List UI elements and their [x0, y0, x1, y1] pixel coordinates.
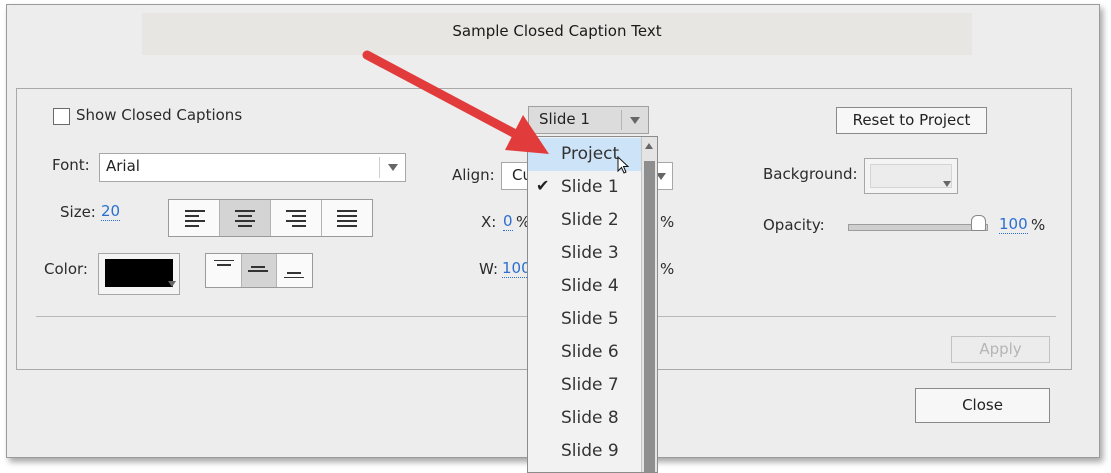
close-button[interactable]: Close — [915, 388, 1050, 423]
opacity-value[interactable]: 100 — [999, 216, 1028, 234]
chevron-down-icon — [168, 281, 176, 287]
valign-bottom-button[interactable] — [277, 254, 312, 287]
vertical-alignment-group — [205, 253, 313, 288]
dropdown-item-slide-7[interactable]: Slide 7 — [528, 369, 641, 402]
dropdown-item-slide-6[interactable]: Slide 6 — [528, 336, 641, 369]
dropdown-item-slide-2[interactable]: Slide 2 — [528, 204, 641, 237]
opacity-label: Opacity: — [763, 216, 825, 234]
align-right-button[interactable] — [271, 200, 322, 236]
horizontal-alignment-group — [168, 199, 373, 237]
scope-dropdown-list: Project ✔ Slide 1 Slide 2 Slide 3 Slide … — [527, 136, 658, 473]
x-value[interactable]: 0 — [503, 213, 513, 231]
background-label: Background: — [763, 165, 858, 183]
x-label: X: — [481, 213, 497, 231]
align-justify-button[interactable] — [322, 200, 372, 236]
chevron-down-icon — [630, 117, 640, 124]
dropdown-item-slide-4[interactable]: Slide 4 — [528, 270, 641, 303]
w-label: W: — [479, 260, 499, 278]
opacity-unit: % — [1031, 216, 1046, 234]
x-right-unit: % — [660, 213, 675, 231]
valign-top-button[interactable] — [206, 254, 242, 287]
dropdown-scrollbar[interactable] — [641, 137, 657, 472]
color-picker[interactable] — [98, 253, 180, 295]
dropdown-item-slide-5[interactable]: Slide 5 — [528, 303, 641, 336]
apply-button[interactable]: Apply — [951, 336, 1050, 363]
caption-preview-text: Sample Closed Caption Text — [452, 22, 662, 40]
align-center-button[interactable] — [220, 200, 271, 236]
show-closed-captions-checkbox[interactable] — [53, 108, 70, 125]
dropdown-scrollbar-thumb[interactable] — [644, 161, 655, 472]
background-color-picker[interactable] — [864, 158, 958, 194]
font-label: Font: — [52, 156, 90, 174]
dropdown-item-slide-9[interactable]: Slide 9 — [528, 435, 641, 468]
w-right-unit: % — [660, 260, 675, 278]
scope-select-divider — [621, 110, 622, 130]
opacity-slider-handle[interactable] — [971, 215, 986, 231]
cursor-icon — [617, 156, 630, 174]
dropdown-item-slide-3[interactable]: Slide 3 — [528, 237, 641, 270]
color-swatch — [105, 259, 173, 287]
color-label: Color: — [44, 260, 88, 278]
size-label: Size: — [60, 203, 96, 221]
size-value[interactable]: 20 — [101, 203, 121, 221]
align-left-button[interactable] — [169, 200, 220, 236]
reset-to-project-button[interactable]: Reset to Project — [836, 107, 987, 134]
scroll-up-icon[interactable] — [645, 143, 653, 149]
chevron-down-icon — [943, 181, 951, 187]
dropdown-item-slide-8[interactable]: Slide 8 — [528, 402, 641, 435]
show-closed-captions-label: Show Closed Captions — [76, 106, 243, 124]
background-swatch — [870, 164, 952, 188]
red-arrow-annotation — [362, 50, 549, 154]
valign-middle-button[interactable] — [241, 254, 278, 287]
checkmark-icon: ✔ — [536, 176, 550, 195]
font-select-value: Arial — [106, 157, 140, 175]
opacity-slider[interactable] — [848, 224, 988, 231]
